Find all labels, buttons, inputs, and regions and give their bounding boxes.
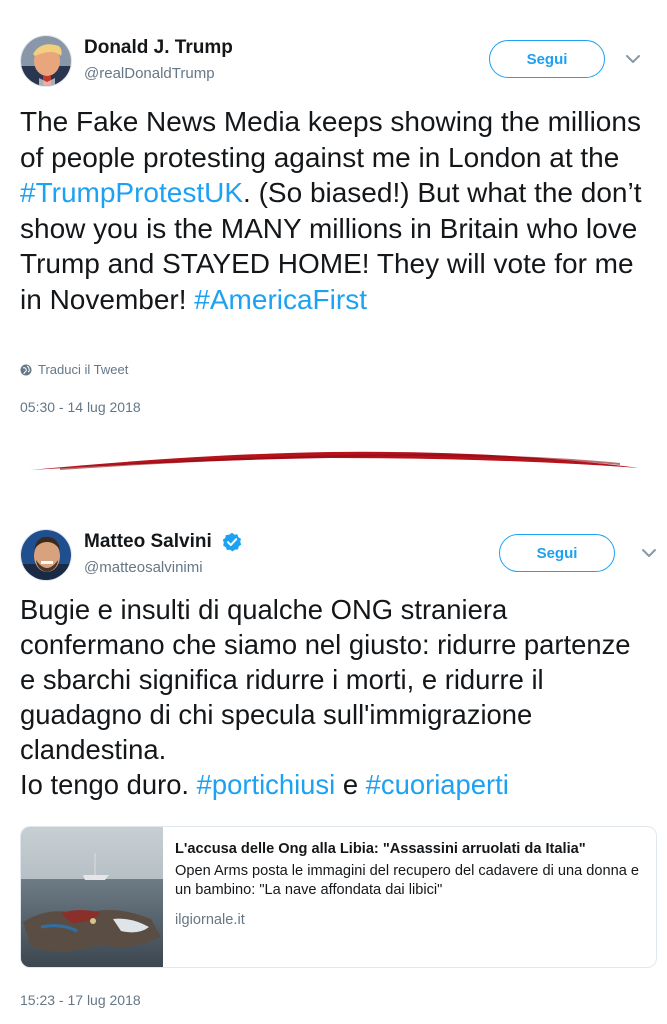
- card-domain: ilgiornale.it: [175, 912, 245, 928]
- tweet-text-part: e: [335, 769, 366, 800]
- chevron-down-icon[interactable]: [623, 49, 643, 69]
- tweet-text: Bugie e insulti di qualche ONG straniera…: [20, 592, 650, 802]
- card-description: Open Arms posta le immagini del recupero…: [175, 863, 640, 898]
- hashtag-link[interactable]: #portichiusi: [197, 769, 336, 800]
- avatar[interactable]: [20, 529, 72, 581]
- tweet-header: Matteo Salvini @matteosalvinimi Segui: [20, 527, 656, 587]
- author-handle[interactable]: @matteosalvinimi: [84, 559, 203, 576]
- tweet-trump: Donald J. Trump @realDonaldTrump Segui T…: [0, 0, 667, 440]
- card-title: L'accusa delle Ong alla Libia: "Assassin…: [175, 841, 586, 857]
- tweet-header: Donald J. Trump @realDonaldTrump Segui: [20, 33, 650, 93]
- globe-icon: [20, 364, 32, 375]
- card-thumbnail: [21, 827, 163, 967]
- avatar[interactable]: [20, 35, 72, 87]
- translate-label: Traduci il Tweet: [38, 362, 129, 377]
- tweet-text: The Fake News Media keeps showing the mi…: [20, 104, 650, 317]
- author-name[interactable]: Donald J. Trump: [84, 37, 233, 59]
- author-handle[interactable]: @realDonaldTrump: [84, 65, 215, 82]
- follow-button[interactable]: Segui: [499, 534, 615, 572]
- divider-brushstroke: [30, 451, 640, 470]
- timestamp[interactable]: 05:30 - 14 lug 2018: [20, 399, 141, 415]
- follow-button[interactable]: Segui: [489, 40, 605, 78]
- link-card[interactable]: L'accusa delle Ong alla Libia: "Assassin…: [20, 826, 657, 968]
- hashtag-link[interactable]: #AmericaFirst: [194, 284, 367, 315]
- tweet-text-part: The Fake News Media keeps showing the mi…: [20, 106, 641, 173]
- tweet-text-part: Io tengo duro.: [20, 769, 197, 800]
- author-name[interactable]: Matteo Salvini: [84, 531, 212, 553]
- chevron-down-icon[interactable]: [639, 543, 659, 563]
- tweet-salvini: Matteo Salvini @matteosalvinimi Segui Bu…: [0, 505, 667, 1024]
- verified-badge-icon: [223, 532, 242, 552]
- translate-link[interactable]: Traduci il Tweet: [20, 362, 128, 377]
- timestamp[interactable]: 15:23 - 17 lug 2018: [20, 992, 141, 1008]
- hashtag-link[interactable]: #TrumpProtestUK: [20, 177, 243, 208]
- tweet-text-part: Bugie e insulti di qualche ONG straniera…: [20, 594, 631, 765]
- hashtag-link[interactable]: #cuoriaperti: [366, 769, 509, 800]
